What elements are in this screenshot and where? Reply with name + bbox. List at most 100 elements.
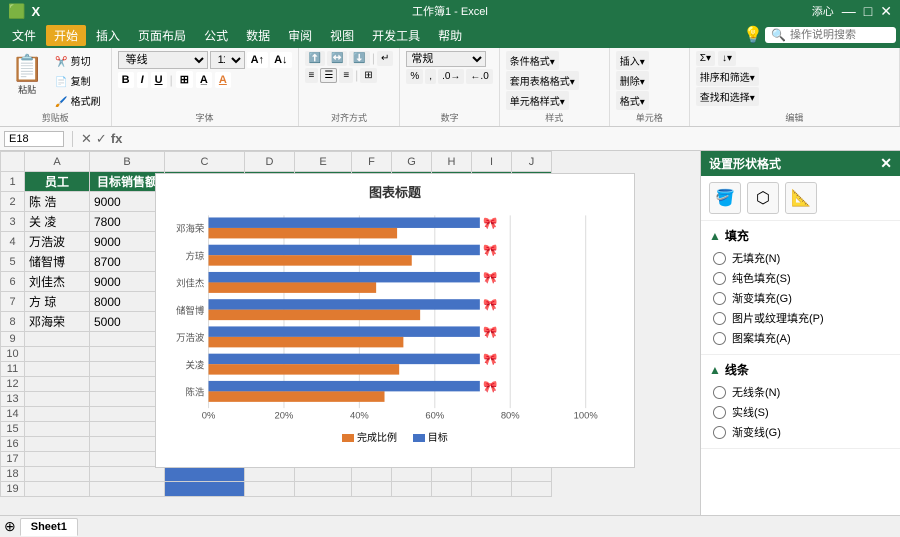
- cell-e19[interactable]: [295, 482, 352, 497]
- col-header-b[interactable]: B: [90, 152, 165, 172]
- fill-gradient-option[interactable]: 渐变填充(G): [709, 288, 892, 308]
- cell-b12[interactable]: [90, 377, 165, 392]
- col-header-d[interactable]: D: [245, 152, 295, 172]
- cell-c19[interactable]: [165, 482, 245, 497]
- cell-a11[interactable]: [25, 362, 90, 377]
- cell-b9[interactable]: [90, 332, 165, 347]
- cell-a16[interactable]: [25, 437, 90, 452]
- chart-container[interactable]: 图表标题 邓海荣 方琼 刘佳杰 储智博 万浩波 关凌 陈浩: [155, 173, 635, 468]
- wrap-text-btn[interactable]: ↵: [377, 51, 393, 66]
- cell-a5[interactable]: 储智博: [25, 252, 90, 272]
- cell-a13[interactable]: [25, 392, 90, 407]
- font-size-select[interactable]: 11: [210, 51, 245, 69]
- cell-a3[interactable]: 关 凌: [25, 212, 90, 232]
- shape-icon-btn[interactable]: ⬡: [747, 182, 779, 214]
- cell-a15[interactable]: [25, 422, 90, 437]
- cell-b14[interactable]: [90, 407, 165, 422]
- menu-view[interactable]: 视图: [322, 25, 362, 46]
- increase-decimal-btn[interactable]: .0→: [438, 69, 464, 84]
- cell-e18[interactable]: [295, 467, 352, 482]
- cell-a8[interactable]: 邓海荣: [25, 312, 90, 332]
- copy-button[interactable]: 📄 复制: [51, 71, 104, 90]
- cell-b17[interactable]: [90, 452, 165, 467]
- menu-file[interactable]: 文件: [4, 25, 44, 46]
- cell-g19[interactable]: [392, 482, 432, 497]
- col-header-c[interactable]: C: [165, 152, 245, 172]
- help-icon[interactable]: 💡: [743, 25, 763, 45]
- size-icon-btn[interactable]: 📐: [785, 182, 817, 214]
- confirm-formula-icon[interactable]: ✓: [96, 131, 107, 147]
- search-input[interactable]: [790, 29, 890, 41]
- fill-solid-option[interactable]: 纯色填充(S): [709, 268, 892, 288]
- cell-j18[interactable]: [512, 467, 552, 482]
- cell-a1[interactable]: 员工: [25, 172, 90, 192]
- fill-picture-option[interactable]: 图片或纹理填充(P): [709, 308, 892, 328]
- fill-pattern-option[interactable]: 图案填充(A): [709, 328, 892, 348]
- table-format-btn[interactable]: 套用表格格式▾: [506, 71, 579, 90]
- col-header-h[interactable]: H: [432, 152, 472, 172]
- cell-a19[interactable]: [25, 482, 90, 497]
- menu-home[interactable]: 开始: [46, 25, 86, 46]
- menu-formula[interactable]: 公式: [196, 25, 236, 46]
- fill-none-option[interactable]: 无填充(N): [709, 248, 892, 268]
- percent-btn[interactable]: %: [406, 69, 423, 84]
- col-header-e[interactable]: E: [295, 152, 352, 172]
- sheet-tab-1[interactable]: Sheet1: [20, 518, 78, 536]
- cell-b8[interactable]: 5000: [90, 312, 165, 332]
- cell-h19[interactable]: [432, 482, 472, 497]
- cancel-formula-icon[interactable]: ✕: [81, 131, 92, 147]
- paste-button[interactable]: 📋 粘贴: [6, 51, 48, 99]
- cell-b13[interactable]: [90, 392, 165, 407]
- cell-a9[interactable]: [25, 332, 90, 347]
- cell-d18[interactable]: [245, 467, 295, 482]
- border-button[interactable]: ⊞: [176, 71, 193, 88]
- cell-b5[interactable]: 8700: [90, 252, 165, 272]
- maximize-btn[interactable]: □: [864, 3, 872, 19]
- find-select-btn[interactable]: 查找和选择▾: [696, 87, 759, 106]
- insert-function-icon[interactable]: fx: [111, 131, 123, 147]
- formula-input[interactable]: [126, 132, 896, 146]
- cell-b16[interactable]: [90, 437, 165, 452]
- cell-a18[interactable]: [25, 467, 90, 482]
- menu-review[interactable]: 审阅: [280, 25, 320, 46]
- cell-b19[interactable]: [90, 482, 165, 497]
- cell-b1[interactable]: 目标销售额: [90, 172, 165, 192]
- cell-styles-btn[interactable]: 单元格样式▾: [506, 91, 569, 110]
- menu-data[interactable]: 数据: [238, 25, 278, 46]
- cell-b3[interactable]: 7800: [90, 212, 165, 232]
- menu-developer[interactable]: 开发工具: [364, 25, 428, 46]
- line-solid-option[interactable]: 实线(S): [709, 402, 892, 422]
- cell-a4[interactable]: 万浩波: [25, 232, 90, 252]
- fill-section-header[interactable]: ▲ 填充: [709, 227, 892, 244]
- col-header-j[interactable]: J: [512, 152, 552, 172]
- cell-c18[interactable]: [165, 467, 245, 482]
- cell-b10[interactable]: [90, 347, 165, 362]
- line-section-header[interactable]: ▲ 线条: [709, 361, 892, 378]
- fill-icon-btn[interactable]: 🪣: [709, 182, 741, 214]
- cell-b11[interactable]: [90, 362, 165, 377]
- insert-btn[interactable]: 插入▾: [616, 51, 649, 70]
- cell-i19[interactable]: [472, 482, 512, 497]
- cell-a2[interactable]: 陈 浩: [25, 192, 90, 212]
- col-header-a[interactable]: A: [25, 152, 90, 172]
- cell-f19[interactable]: [352, 482, 392, 497]
- col-header-i[interactable]: I: [472, 152, 512, 172]
- fill-none-radio[interactable]: [713, 252, 726, 265]
- italic-button[interactable]: I: [137, 72, 148, 88]
- underline-button[interactable]: U: [151, 72, 167, 88]
- align-middle-btn[interactable]: ↔️: [327, 51, 347, 66]
- line-gradient-option[interactable]: 渐变线(G): [709, 422, 892, 442]
- align-left-btn[interactable]: ≡: [305, 68, 319, 83]
- menu-help[interactable]: 帮助: [430, 25, 470, 46]
- cell-a14[interactable]: [25, 407, 90, 422]
- cell-d19[interactable]: [245, 482, 295, 497]
- cell-a12[interactable]: [25, 377, 90, 392]
- cell-j19[interactable]: [512, 482, 552, 497]
- font-increase-btn[interactable]: A↑: [247, 52, 268, 68]
- cell-b15[interactable]: [90, 422, 165, 437]
- cell-f18[interactable]: [352, 467, 392, 482]
- cell-b18[interactable]: [90, 467, 165, 482]
- align-right-btn[interactable]: ≡: [339, 68, 353, 83]
- menu-insert[interactable]: 插入: [88, 25, 128, 46]
- cut-button[interactable]: ✂️ 剪切: [51, 51, 104, 70]
